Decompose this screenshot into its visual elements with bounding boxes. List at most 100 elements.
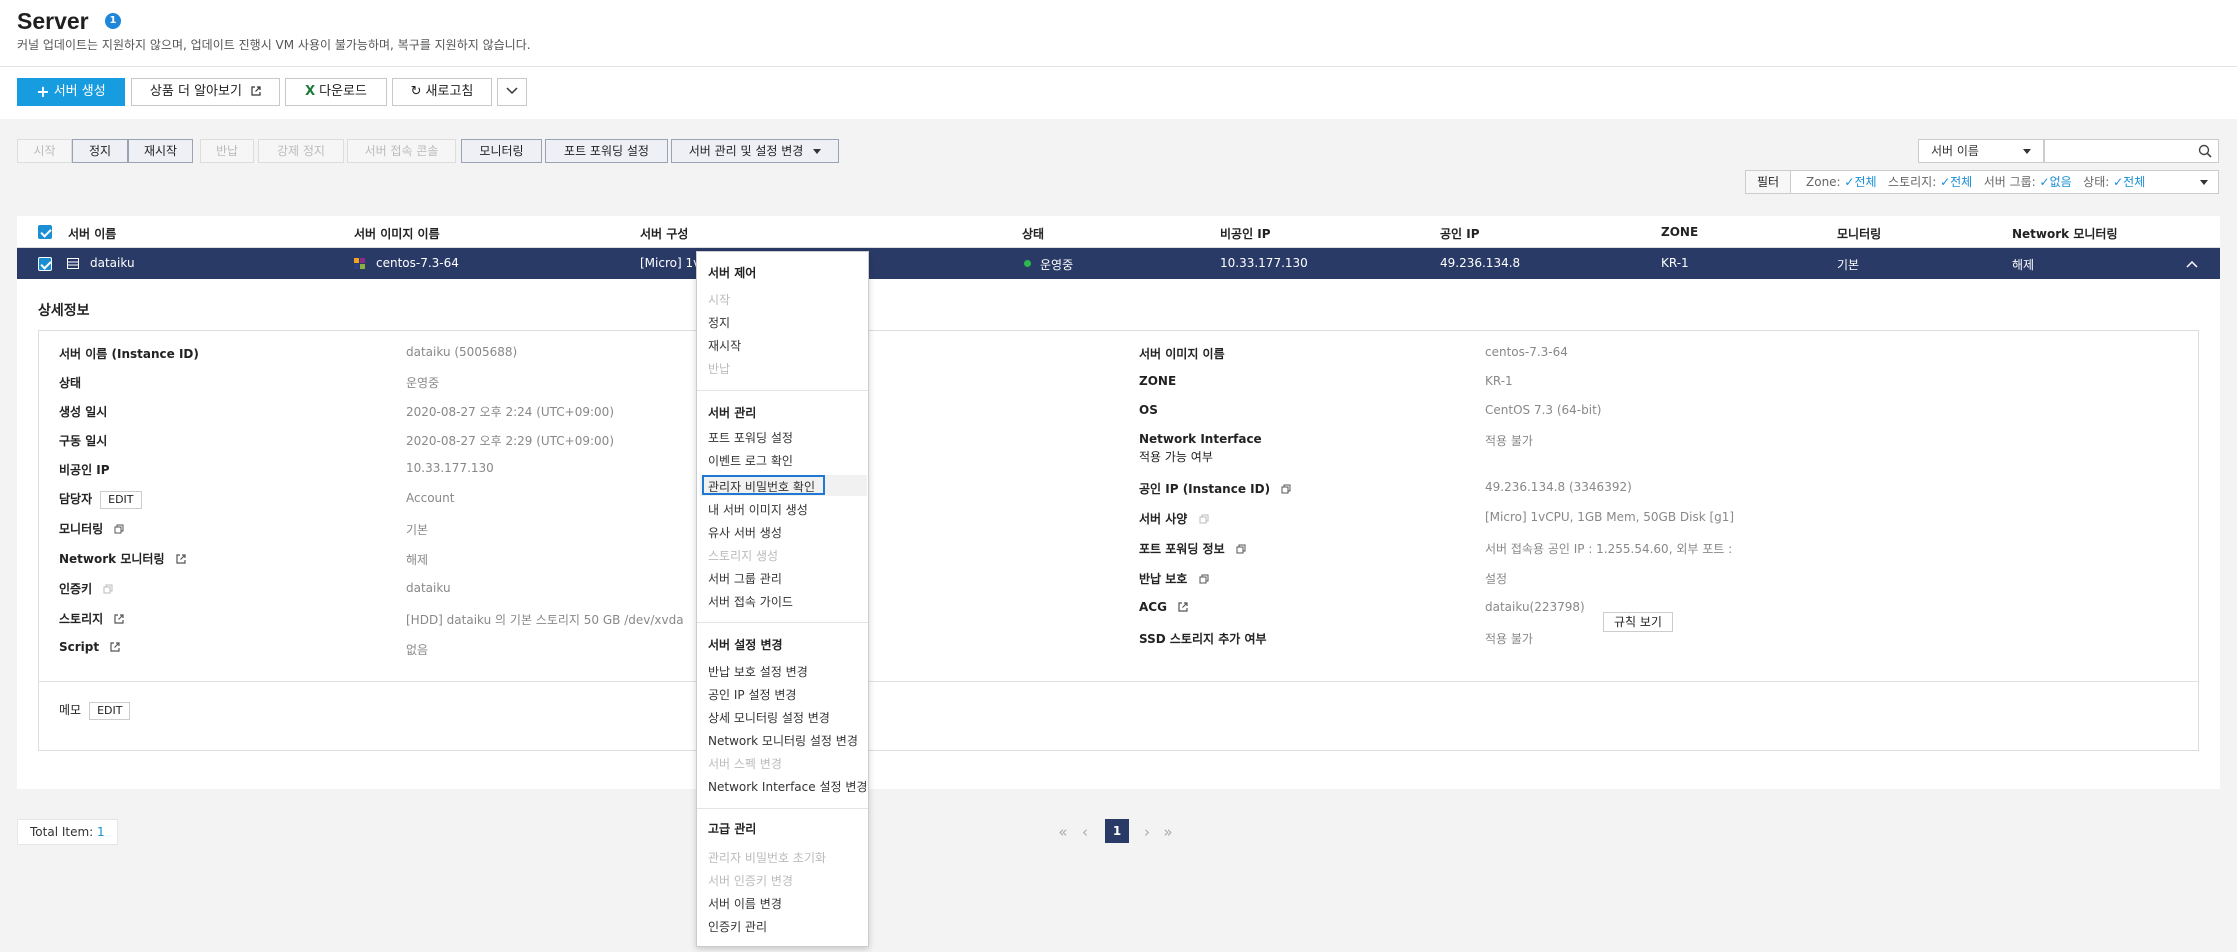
copy-icon[interactable] bbox=[1199, 574, 1209, 584]
menu-item-network-interface[interactable]: Network Interface 설정 변경 bbox=[708, 778, 867, 795]
menu-item-rename[interactable]: 서버 이름 변경 bbox=[708, 895, 782, 912]
refresh-button[interactable]: ↻ 새로고침 bbox=[392, 78, 492, 106]
menu-item-admin-password[interactable]: 관리자 비밀번호 확인 bbox=[708, 478, 815, 495]
menu-item-create-storage[interactable]: 스토리지 생성 bbox=[708, 547, 778, 564]
detail-label: OS bbox=[1139, 403, 1158, 417]
stop-button[interactable]: 정지 bbox=[72, 139, 128, 163]
external-link-icon[interactable] bbox=[176, 554, 186, 564]
port-forwarding-button[interactable]: 포트 포워딩 설정 bbox=[545, 139, 668, 163]
manager-edit-button[interactable]: EDIT bbox=[100, 491, 142, 509]
create-server-label: 서버 생성 bbox=[53, 84, 106, 99]
copy-icon[interactable] bbox=[1236, 544, 1246, 554]
menu-item-net-monitoring[interactable]: Network 모니터링 설정 변경 bbox=[708, 732, 858, 749]
col-spec[interactable]: 서버 구성 bbox=[640, 225, 688, 242]
table-header: 서버 이름 서버 이미지 이름 서버 구성 상태 비공인 IP 공인 IP ZO… bbox=[17, 216, 2220, 248]
external-link-icon[interactable] bbox=[1178, 602, 1188, 612]
col-private-ip[interactable]: 비공인 IP bbox=[1220, 225, 1271, 242]
return-button[interactable]: 반납 bbox=[200, 139, 254, 163]
page-button[interactable]: 1 bbox=[1105, 819, 1129, 843]
menu-item-return-protect[interactable]: 반납 보호 설정 변경 bbox=[708, 663, 808, 680]
refresh-icon: ↻ bbox=[410, 84, 422, 99]
detail-value: 운영중 bbox=[406, 376, 440, 390]
filter-summary: Zone: ✓전체 스토리지: ✓전체 서버 그룹: ✓없음 상태: ✓전체 bbox=[1806, 171, 2145, 193]
menu-item-return[interactable]: 반납 bbox=[708, 360, 730, 377]
col-image-name[interactable]: 서버 이미지 이름 bbox=[354, 225, 440, 242]
create-server-button[interactable]: + 서버 생성 bbox=[17, 78, 125, 106]
download-button[interactable]: X 다운로드 bbox=[285, 78, 387, 106]
first-page-icon[interactable]: « bbox=[1055, 823, 1071, 841]
start-button[interactable]: 시작 bbox=[17, 139, 72, 163]
col-server-name[interactable]: 서버 이름 bbox=[68, 225, 116, 242]
detail-value: 기본 bbox=[406, 523, 429, 537]
last-page-icon[interactable]: » bbox=[1160, 823, 1176, 841]
memo-edit-button[interactable]: EDIT bbox=[89, 702, 131, 720]
detail-value: 49.236.134.8 (3346392) bbox=[1485, 480, 1632, 494]
detail-label: Network 모니터링 bbox=[59, 552, 165, 566]
next-page-icon[interactable]: › bbox=[1139, 823, 1155, 841]
return-protect-row: 반납 보호 bbox=[1139, 570, 1209, 587]
copy-icon[interactable] bbox=[1199, 514, 1209, 524]
more-dropdown-button[interactable] bbox=[497, 78, 527, 106]
menu-item-reset-password[interactable]: 관리자 비밀번호 초기화 bbox=[708, 849, 826, 866]
detail-value: dataiku(223798) bbox=[1485, 600, 1585, 614]
info-badge[interactable]: 1 bbox=[105, 13, 121, 29]
memo-row: 메모 EDIT bbox=[59, 701, 131, 720]
menu-item-stop[interactable]: 정지 bbox=[708, 314, 730, 331]
col-net-monitoring[interactable]: Network 모니터링 bbox=[2012, 225, 2118, 242]
monitoring-button[interactable]: 모니터링 bbox=[461, 139, 542, 163]
menu-item-detail-monitoring[interactable]: 상세 모니터링 설정 변경 bbox=[708, 709, 830, 726]
script-row: Script bbox=[59, 640, 120, 654]
prev-page-icon[interactable]: ‹ bbox=[1077, 823, 1093, 841]
menu-item-public-ip[interactable]: 공인 IP 설정 변경 bbox=[708, 686, 796, 703]
menu-item-restart[interactable]: 재시작 bbox=[708, 337, 741, 354]
menu-item-port-forwarding[interactable]: 포트 포워딩 설정 bbox=[708, 429, 793, 446]
row-checkbox[interactable] bbox=[38, 257, 52, 271]
menu-item-start[interactable]: 시작 bbox=[708, 291, 730, 308]
menu-item-change-auth-key[interactable]: 서버 인증키 변경 bbox=[708, 872, 793, 889]
col-monitoring[interactable]: 모니터링 bbox=[1837, 225, 1881, 242]
detail-value: [Micro] 1vCPU, 1GB Mem, 50GB Disk [g1] bbox=[1485, 510, 1735, 524]
external-link-icon[interactable] bbox=[110, 642, 120, 652]
filter-label[interactable]: 필터 bbox=[1746, 171, 1791, 193]
menu-divider bbox=[697, 808, 868, 809]
force-stop-button[interactable]: 강제 정지 bbox=[258, 139, 344, 163]
copy-icon[interactable] bbox=[114, 524, 124, 534]
external-link-icon[interactable] bbox=[114, 614, 124, 624]
row-private-ip: 10.33.177.130 bbox=[1220, 256, 1308, 270]
server-console-button[interactable]: 서버 접속 콘솔 bbox=[347, 139, 456, 163]
detail-label: 공인 IP (Instance ID) bbox=[1139, 482, 1271, 496]
detail-label: Network Interface bbox=[1139, 432, 1262, 446]
detail-label: 담당자 bbox=[59, 492, 93, 506]
acg-rules-button[interactable]: 규칙 보기 bbox=[1603, 612, 1673, 632]
server-manage-dropdown[interactable]: 서버 관리 및 설정 변경 bbox=[671, 139, 839, 163]
menu-item-spec-change[interactable]: 서버 스펙 변경 bbox=[708, 755, 782, 772]
menu-item-access-guide[interactable]: 서버 접속 가이드 bbox=[708, 593, 793, 610]
search-input[interactable] bbox=[2044, 139, 2219, 163]
detail-value: 2020-08-27 오후 2:24 (UTC+09:00) bbox=[406, 405, 614, 419]
learn-more-button[interactable]: 상품 더 알아보기 bbox=[131, 78, 280, 106]
menu-item-server-group[interactable]: 서버 그룹 관리 bbox=[708, 570, 782, 587]
search-icon[interactable] bbox=[2198, 144, 2212, 158]
search-field-select[interactable]: 서버 이름 bbox=[1918, 139, 2044, 163]
menu-item-similar-server[interactable]: 유사 서버 생성 bbox=[708, 524, 782, 541]
menu-item-auth-key-manage[interactable]: 인증키 관리 bbox=[708, 918, 767, 935]
chevron-up-icon[interactable] bbox=[2186, 260, 2198, 268]
caret-down-icon bbox=[2200, 180, 2208, 185]
filter-bar[interactable]: 필터 Zone: ✓전체 스토리지: ✓전체 서버 그룹: ✓없음 상태: ✓전… bbox=[1745, 170, 2219, 194]
status-filter-label: 상태: bbox=[2083, 175, 2110, 189]
detail-value: Account bbox=[406, 491, 455, 505]
row-zone: KR-1 bbox=[1661, 256, 1689, 270]
detail-value: 적용 불가 bbox=[1485, 632, 1533, 646]
table-row[interactable]: dataiku centos-7.3-64 [Micro] 1v 운영중 10.… bbox=[17, 248, 2220, 279]
restart-button[interactable]: 재시작 bbox=[128, 139, 193, 163]
menu-item-create-image[interactable]: 내 서버 이미지 생성 bbox=[708, 501, 808, 518]
col-status[interactable]: 상태 bbox=[1022, 225, 1044, 242]
col-public-ip[interactable]: 공인 IP bbox=[1440, 225, 1480, 242]
select-all-checkbox[interactable] bbox=[38, 225, 52, 239]
col-zone[interactable]: ZONE bbox=[1661, 225, 1698, 239]
copy-icon[interactable] bbox=[103, 584, 113, 594]
public-ip-row: 공인 IP (Instance ID) bbox=[1139, 480, 1291, 497]
menu-section-title: 서버 관리 bbox=[708, 406, 757, 420]
menu-item-event-log[interactable]: 이벤트 로그 확인 bbox=[708, 452, 793, 469]
copy-icon[interactable] bbox=[1281, 484, 1291, 494]
